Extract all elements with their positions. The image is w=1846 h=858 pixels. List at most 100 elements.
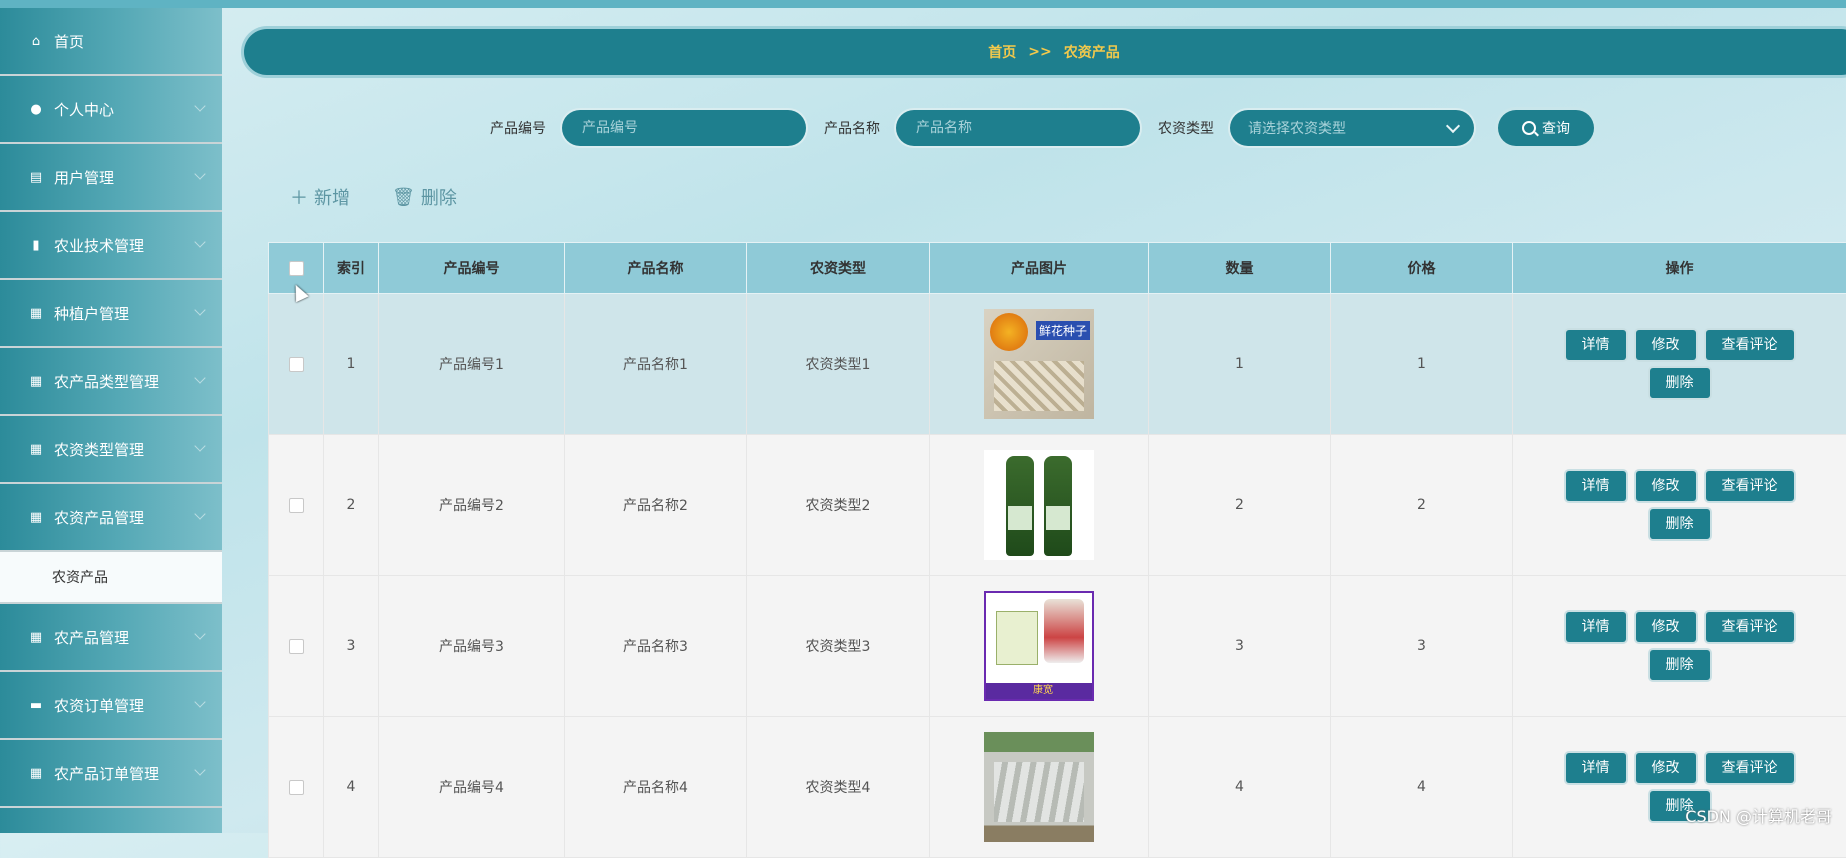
edit-button[interactable]: 修改 [1636, 753, 1696, 783]
sidebar-item[interactable]: ▦农产品订单管理 [0, 740, 222, 808]
cell-price: 4 [1331, 717, 1513, 858]
cell-select[interactable] [269, 435, 324, 576]
cell-type: 农资类型3 [747, 576, 930, 717]
row-checkbox[interactable] [289, 639, 304, 654]
edit-button[interactable]: 修改 [1636, 612, 1696, 642]
product-code-field[interactable] [562, 110, 806, 146]
material-type-select[interactable]: 请选择农资类型 [1230, 110, 1474, 146]
thumb-text: 康宽 [986, 683, 1094, 699]
detail-button[interactable]: 详情 [1566, 753, 1626, 783]
sidebar-subitem-active[interactable]: 农资产品 [0, 552, 222, 604]
thumb-text: 鲜花种子 [1036, 321, 1090, 340]
header-actions: 操作 [1513, 243, 1846, 294]
material-type-placeholder: 请选择农资类型 [1248, 118, 1346, 138]
chevron-down-icon [194, 696, 205, 707]
sidebar-item[interactable]: ▦ 农产品管理 [0, 604, 222, 672]
cell-code: 产品编号4 [379, 717, 565, 858]
view-reviews-button[interactable]: 查看评论 [1706, 330, 1794, 360]
cell-select[interactable] [269, 576, 324, 717]
cell-image[interactable] [930, 717, 1149, 858]
header-qty: 数量 [1149, 243, 1331, 294]
sidebar-item-label: 农资类型管理 [54, 439, 144, 460]
cell-qty: 2 [1149, 435, 1331, 576]
monitor-icon: ▬ [28, 697, 44, 713]
add-button[interactable]: ＋ 新增 [290, 184, 350, 210]
cell-image[interactable]: 鲜花种子 [930, 294, 1149, 435]
sidebar-item[interactable]: ●个人中心 [0, 76, 222, 144]
product-code-input[interactable] [580, 119, 806, 137]
detail-button[interactable]: 详情 [1566, 612, 1626, 642]
product-name-input[interactable] [914, 119, 1140, 137]
header-name: 产品名称 [565, 243, 747, 294]
sidebar-item[interactable]: ▦农资类型管理 [0, 416, 222, 484]
sidebar-item-label: 首页 [54, 31, 84, 52]
cell-select[interactable] [269, 294, 324, 435]
cell-index: 1 [324, 294, 379, 435]
query-button[interactable]: 查询 [1498, 110, 1594, 146]
sidebar-item-label: 农资产品管理 [54, 507, 144, 528]
row-delete-button[interactable]: 删除 [1650, 509, 1710, 539]
chevron-down-icon [194, 440, 205, 451]
search-bar: 产品编号 产品名称 农资类型 请选择农资类型 查询 [490, 110, 1594, 146]
sidebar-item[interactable]: ▤用户管理 [0, 144, 222, 212]
view-reviews-button[interactable]: 查看评论 [1706, 471, 1794, 501]
detail-button[interactable]: 详情 [1566, 330, 1626, 360]
top-band [0, 0, 1846, 8]
cell-code: 产品编号2 [379, 435, 565, 576]
product-name-field[interactable] [896, 110, 1140, 146]
table-row: 3产品编号3产品名称3农资类型3康宽33详情修改查看评论删除 [269, 576, 1846, 717]
cell-actions: 详情修改查看评论删除 [1513, 435, 1846, 576]
watermark: CSDN @计算机老哥 [1685, 803, 1832, 827]
breadcrumb-home[interactable]: 首页 [988, 42, 1016, 62]
sidebar-item-label: 农产品管理 [54, 627, 129, 648]
detail-button[interactable]: 详情 [1566, 471, 1626, 501]
cell-actions: 详情修改查看评论删除 [1513, 294, 1846, 435]
cell-image[interactable] [930, 435, 1149, 576]
sidebar-item[interactable]: ⌂ 首页 [0, 8, 222, 76]
view-reviews-button[interactable]: 查看评论 [1706, 753, 1794, 783]
delete-button[interactable]: 🗑 删除 [392, 184, 457, 210]
chevron-down-icon [194, 508, 205, 519]
sidebar-item[interactable]: ▦农资产品管理 [0, 484, 222, 552]
chevron-down-icon [194, 100, 205, 111]
cell-select[interactable] [269, 717, 324, 858]
sidebar-item[interactable]: ▮农业技术管理 [0, 212, 222, 280]
cell-name: 产品名称4 [565, 717, 747, 858]
sidebar-item-label: 种植户管理 [54, 303, 129, 324]
header-image: 产品图片 [930, 243, 1149, 294]
cell-name: 产品名称3 [565, 576, 747, 717]
chevron-down-icon [194, 372, 205, 383]
sidebar-item[interactable]: ▦农产品类型管理 [0, 348, 222, 416]
sidebar-item[interactable]: ▬ 农资订单管理 [0, 672, 222, 740]
row-checkbox[interactable] [289, 498, 304, 513]
cell-code: 产品编号1 [379, 294, 565, 435]
cell-image[interactable]: 康宽 [930, 576, 1149, 717]
cell-price: 3 [1331, 576, 1513, 717]
product-name-label: 产品名称 [824, 118, 880, 138]
delete-button-label: 删除 [421, 184, 457, 210]
home-icon: ⌂ [28, 33, 44, 49]
sidebar-item-label: 农资订单管理 [54, 695, 144, 716]
edit-button[interactable]: 修改 [1636, 330, 1696, 360]
chevron-down-icon [194, 168, 205, 179]
select-all-checkbox[interactable] [289, 261, 304, 276]
sidebar: ⌂首页●个人中心▤用户管理▮农业技术管理▦种植户管理▦农产品类型管理▦农资类型管… [0, 8, 222, 833]
row-delete-button[interactable]: 删除 [1650, 650, 1710, 680]
row-checkbox[interactable] [289, 780, 304, 795]
query-button-label: 查询 [1542, 118, 1570, 138]
view-reviews-button[interactable]: 查看评论 [1706, 612, 1794, 642]
breadcrumb-separator: >> [1028, 44, 1051, 60]
cell-price: 2 [1331, 435, 1513, 576]
row-delete-button[interactable]: 删除 [1650, 368, 1710, 398]
cell-index: 3 [324, 576, 379, 717]
edit-button[interactable]: 修改 [1636, 471, 1696, 501]
grid-icon: ▦ [28, 629, 44, 645]
cell-index: 2 [324, 435, 379, 576]
toolbar: ＋ 新增 🗑 删除 [290, 184, 499, 210]
sidebar-item[interactable]: ▦种植户管理 [0, 280, 222, 348]
table-row: 1产品编号1产品名称1农资类型1鲜花种子11详情修改查看评论删除 [269, 294, 1846, 435]
row-checkbox[interactable] [289, 357, 304, 372]
chevron-down-icon [194, 236, 205, 247]
trash-icon: 🗑 [392, 187, 415, 208]
cell-type: 农资类型2 [747, 435, 930, 576]
